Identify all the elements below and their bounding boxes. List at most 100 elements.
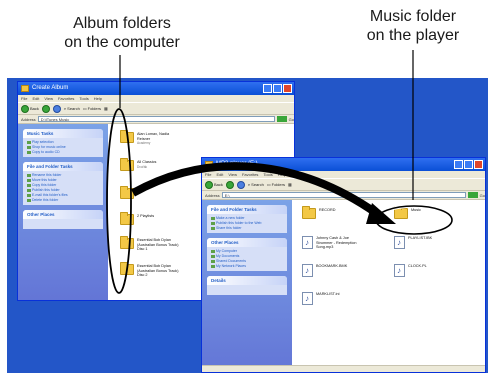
album-folder[interactable] [120,186,183,199]
folder-icon [120,130,134,143]
close-button[interactable] [283,84,292,93]
music-folder-name: Music [411,208,421,212]
desktop: Create Album File Edit View Favorites To… [7,78,488,373]
computer-menubar: File Edit View Favorites Tools Help [18,95,294,102]
album-folder-name: Essential Bob Dylan (Australian Bonus Tr… [137,264,179,277]
file-item[interactable]: MARKLIST.ini [302,292,362,305]
back-button[interactable]: Back [205,180,223,189]
file-name: Johnny Cash & Joe Strummer - Redemption … [316,236,357,249]
music-folder[interactable]: Music [394,206,457,219]
menu-edit[interactable]: Edit [216,171,223,178]
back-button[interactable]: Back [21,104,39,113]
task-link[interactable]: Share this folder [211,226,283,231]
menu-favorites[interactable]: Favorites [58,95,74,102]
drive-icon [205,161,213,168]
forward-arrow-icon[interactable] [41,104,50,113]
playlist-file-icon [394,236,405,249]
task-link[interactable]: Copy to audio CD [27,150,99,155]
minimize-button[interactable] [454,160,463,169]
other-places-panel: Other Places My Computer My Documents Sh… [207,238,287,271]
document-file-icon [302,292,313,305]
minimize-button[interactable] [263,84,272,93]
album-folder[interactable]: All Classics Dvořák [120,158,183,171]
file-folder-tasks-header[interactable]: File and Folder Tasks [23,162,103,171]
file-name: MARKLIST.ini [316,292,340,296]
callout-music-folder: Music folder on the player [353,7,473,45]
menu-file[interactable]: File [21,95,27,102]
file-item[interactable]: Johnny Cash & Joe Strummer - Redemption … [302,236,362,250]
album-folder[interactable]: Essential Bob Dylan (Australian Bonus Tr… [120,262,183,278]
album-folder[interactable]: 2 Playlists [120,212,183,225]
player-window-titlebar[interactable]: MP3 player (E:) [202,158,485,171]
file-name: CLOCK.PL [408,264,427,268]
document-file-icon [394,264,405,277]
address-label: Address [205,192,220,198]
menu-view[interactable]: View [44,95,53,102]
folder-icon [120,236,134,249]
details-header[interactable]: Details [207,276,287,285]
other-places-panel: Other Places [23,210,103,229]
search-label: Search [67,106,80,111]
menu-help[interactable]: Help [94,95,102,102]
folder-icon [120,212,134,225]
go-button[interactable] [276,116,287,122]
folders-icon: ▭ [82,106,87,111]
player-menubar: File Edit View Favorites Tools Help [202,171,485,178]
player-toolbar: Back ⌕ Search ▭ Folders ▦ [202,178,485,191]
menu-edit[interactable]: Edit [32,95,39,102]
player-explorer-window: MP3 player (E:) File Edit View Favorites… [201,157,486,373]
folders-button[interactable]: ▭ Folders [83,106,101,111]
file-item[interactable]: BOOKMARK.BMK [302,264,362,277]
file-name: PLAYLIST.IBK [408,236,433,240]
folders-button[interactable]: ▭ Folders [267,182,285,187]
menu-view[interactable]: View [228,171,237,178]
close-button[interactable] [474,160,483,169]
maximize-button[interactable] [464,160,473,169]
search-button[interactable]: ⌕ Search [64,106,80,111]
file-folder-tasks-header[interactable]: File and Folder Tasks [207,205,287,214]
folder-icon [394,206,408,219]
place-link[interactable]: My Network Places [211,264,283,269]
back-arrow-icon [205,180,213,189]
album-folder[interactable]: Essential Bob Dylan (Australian Bonus Tr… [120,236,183,252]
menu-tools[interactable]: Tools [263,171,272,178]
album-folder-name: Alan Lomax, Nadia Reisner [137,132,170,141]
search-icon: ⌕ [247,182,251,187]
go-button[interactable] [467,192,478,198]
album-folder[interactable]: Alan Lomax, Nadia Reisner Academy [120,130,183,145]
music-tasks-panel: Music Tasks Play selection Shop for musi… [23,129,103,157]
back-label: Back [214,182,223,187]
search-button[interactable]: ⌕ Search [248,182,264,187]
callout-album-folders-line2: on the computer [64,34,180,51]
player-address-field[interactable]: E:\ [221,192,466,198]
menu-tools[interactable]: Tools [79,95,88,102]
computer-window-title: Create Album [32,85,69,91]
search-icon: ⌕ [63,106,67,111]
up-folder-icon[interactable] [236,180,245,189]
address-label: Address [21,116,36,122]
views-icon[interactable]: ▦ [288,182,292,187]
file-item[interactable]: PLAYLIST.IBK [394,236,454,249]
views-icon[interactable]: ▦ [104,106,108,111]
up-folder-icon[interactable] [52,104,61,113]
menu-favorites[interactable]: Favorites [242,171,258,178]
folders-icon: ▭ [266,182,271,187]
details-panel: Details [207,276,287,295]
menu-help[interactable]: Help [278,171,286,178]
task-link[interactable]: Delete this folder [27,198,99,203]
other-places-header[interactable]: Other Places [207,238,287,247]
menu-file[interactable]: File [205,171,211,178]
forward-arrow-icon[interactable] [225,180,234,189]
computer-window-titlebar[interactable]: Create Album [18,82,294,95]
computer-address-field[interactable]: D:\iTunes Music [37,116,275,122]
music-tasks-header[interactable]: Music Tasks [23,129,103,138]
file-item[interactable]: CLOCK.PL [394,264,454,277]
computer-toolbar: Back ⌕ Search ▭ Folders ▦ [18,102,294,115]
other-places-header[interactable]: Other Places [23,210,103,219]
record-folder[interactable]: RECORD [302,206,365,219]
folder-icon [120,262,134,275]
maximize-button[interactable] [273,84,282,93]
player-folder-content: RECORD Music Johnny Cash & Joe Strummer … [292,200,485,366]
player-statusbar [202,365,485,372]
file-folder-tasks-panel: File and Folder Tasks Make a new folder … [207,205,287,233]
